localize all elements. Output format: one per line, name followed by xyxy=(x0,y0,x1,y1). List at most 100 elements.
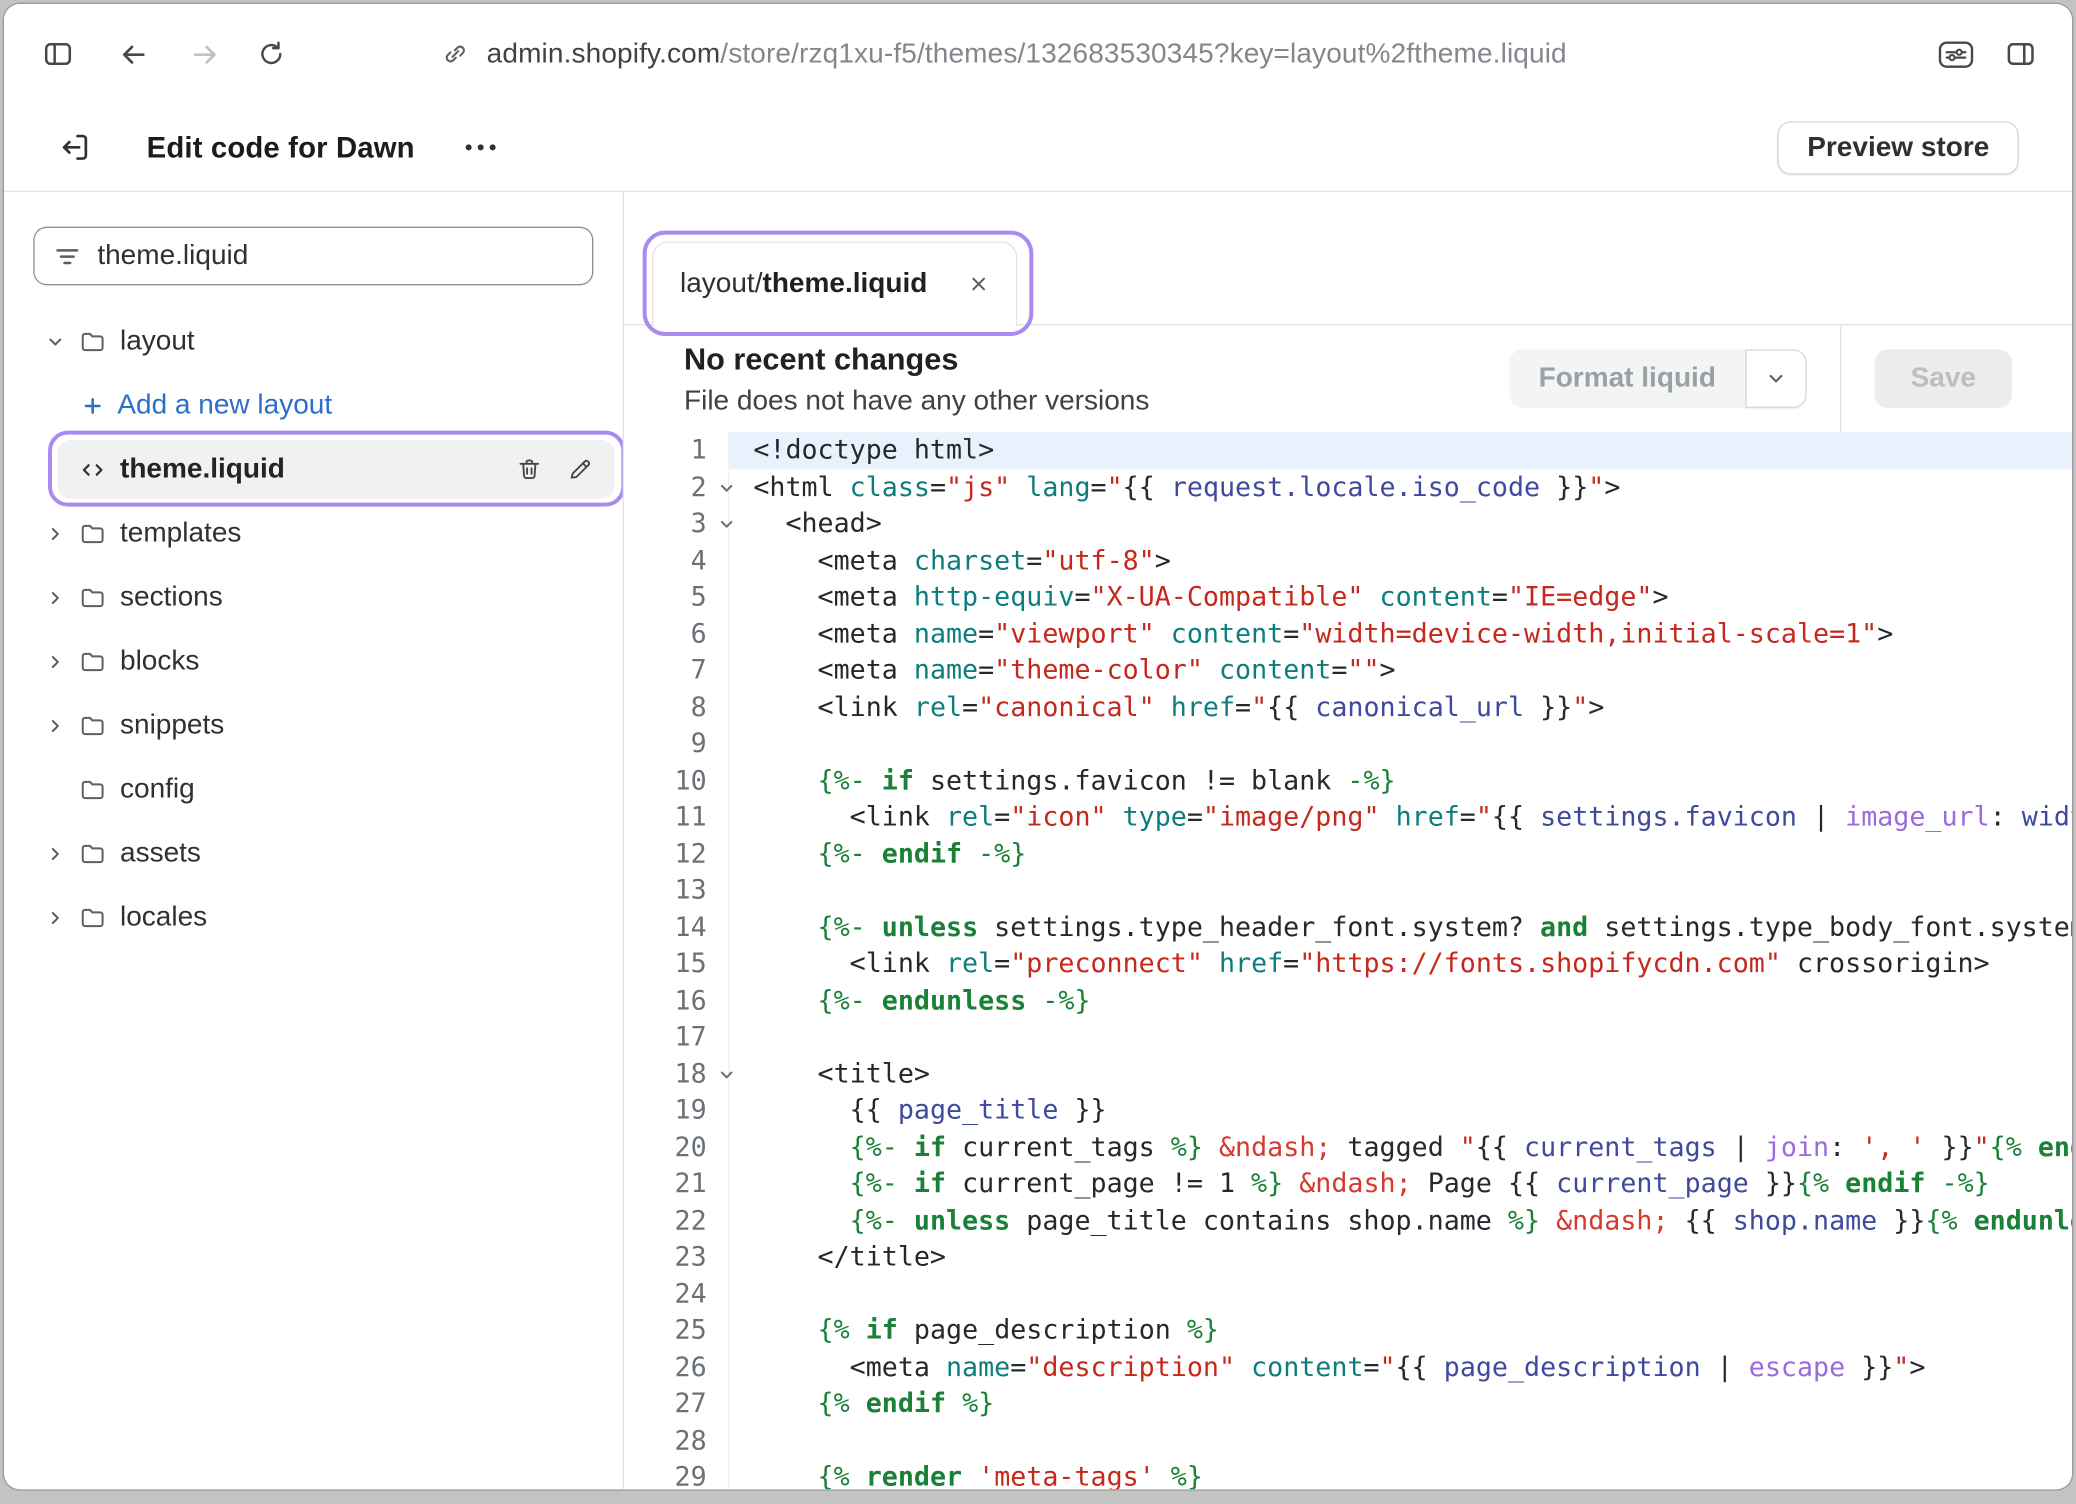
chevron-down-icon xyxy=(1765,368,1786,389)
tab-theme-liquid[interactable]: layout/theme.liquid xyxy=(652,241,1017,325)
code-line[interactable]: 19 {{ page_title }} xyxy=(624,1092,2072,1129)
line-number: 4 xyxy=(624,542,729,579)
line-number: 25 xyxy=(624,1312,729,1349)
folder-icon xyxy=(79,519,107,547)
line-number: 2 xyxy=(624,469,729,506)
format-options-dropdown[interactable] xyxy=(1745,349,1806,408)
code-line[interactable]: 1<!doctype html> xyxy=(624,432,2072,469)
line-number: 1 xyxy=(624,432,729,469)
exit-icon[interactable] xyxy=(57,129,93,165)
version-status: No recent changes File does not have any… xyxy=(684,341,1149,417)
code-line[interactable]: 28 xyxy=(624,1422,2072,1459)
folder-icon xyxy=(79,583,107,611)
line-number: 6 xyxy=(624,615,729,652)
code-line[interactable]: 12 {%- endif -%} xyxy=(624,835,2072,872)
line-number: 24 xyxy=(624,1275,729,1312)
code-line[interactable]: 11 <link rel="icon" type="image/png" hre… xyxy=(624,799,2072,836)
code-line[interactable]: 29 {% render 'meta-tags' %} xyxy=(624,1459,2072,1490)
forward-icon[interactable] xyxy=(189,38,221,70)
browser-window: admin.shopify.com/store/rzq1xu-f5/themes… xyxy=(4,4,2072,1489)
url-domain: admin.shopify.com xyxy=(487,38,721,69)
chevron-right-icon[interactable] xyxy=(44,843,65,863)
code-line[interactable]: 3 <head> xyxy=(624,505,2072,542)
line-number: 7 xyxy=(624,652,729,689)
sidebar-item-locales[interactable]: locales xyxy=(4,885,623,949)
folder-icon xyxy=(79,711,107,739)
address-bar[interactable]: admin.shopify.com/store/rzq1xu-f5/themes… xyxy=(441,38,1566,70)
app-header: Edit code for Dawn Preview store xyxy=(4,104,2072,192)
code-line[interactable]: 22 {%- unless page_title contains shop.n… xyxy=(624,1202,2072,1239)
code-line[interactable]: 27 {% endif %} xyxy=(624,1385,2072,1422)
sidebar-item-config[interactable]: config xyxy=(4,757,623,821)
code-line[interactable]: 7 <meta name="theme-color" content=""> xyxy=(624,652,2072,689)
editor-actions: Format liquid Save xyxy=(1509,325,2012,432)
back-icon[interactable] xyxy=(117,38,149,70)
fold-toggle-icon[interactable] xyxy=(719,479,735,495)
code-line[interactable]: 9 xyxy=(624,725,2072,762)
sidebar-item-assets[interactable]: assets xyxy=(4,821,623,885)
code-line[interactable]: 6 <meta name="viewport" content="width=d… xyxy=(624,615,2072,652)
sidebar-item-sections[interactable]: sections xyxy=(4,565,623,629)
chevron-right-icon[interactable] xyxy=(44,715,65,735)
format-liquid-button[interactable]: Format liquid xyxy=(1509,349,1745,408)
chevron-right-icon[interactable] xyxy=(44,907,65,927)
fold-toggle-icon[interactable] xyxy=(719,1066,735,1082)
code-line[interactable]: 14 {%- unless settings.type_header_font.… xyxy=(624,909,2072,946)
code-line[interactable]: 24 xyxy=(624,1275,2072,1312)
chevron-right-icon[interactable] xyxy=(44,523,65,543)
search-input[interactable] xyxy=(97,240,573,272)
line-number: 12 xyxy=(624,835,729,872)
code-line-content: <title> xyxy=(729,1055,2072,1092)
folder-label: layout xyxy=(120,325,195,357)
code-line[interactable]: 5 <meta http-equiv="X-UA-Compatible" con… xyxy=(624,579,2072,616)
code-line-content xyxy=(729,725,2072,762)
line-number: 14 xyxy=(624,909,729,946)
code-line[interactable]: 13 xyxy=(624,872,2072,909)
browser-toolbar: admin.shopify.com/store/rzq1xu-f5/themes… xyxy=(4,4,2072,104)
file-search[interactable] xyxy=(33,227,593,286)
code-line[interactable]: 25 {% if page_description %} xyxy=(624,1312,2072,1349)
code-line[interactable]: 4 <meta charset="utf-8"> xyxy=(624,542,2072,579)
code-line[interactable]: 16 {%- endunless -%} xyxy=(624,982,2072,1019)
code-line-content: <meta name="description" content="{{ pag… xyxy=(729,1349,2072,1386)
code-line-content: {% if page_description %} xyxy=(729,1312,2072,1349)
code-line[interactable]: 23 </title> xyxy=(624,1239,2072,1276)
preview-store-button[interactable]: Preview store xyxy=(1778,121,2019,174)
code-line[interactable]: 8 <link rel="canonical" href="{{ canonic… xyxy=(624,689,2072,726)
rename-icon[interactable] xyxy=(567,456,594,483)
chevron-right-icon[interactable] xyxy=(44,651,65,671)
folder-label: templates xyxy=(120,517,241,549)
code-line[interactable]: 15 <link rel="preconnect" href="https://… xyxy=(624,945,2072,982)
tab-path-prefix: layout/ xyxy=(680,268,762,300)
code-editor[interactable]: 1<!doctype html>2<html class="js" lang="… xyxy=(624,432,2072,1489)
sidebar-item-snippets[interactable]: snippets xyxy=(4,693,623,757)
code-line[interactable]: 17 xyxy=(624,1019,2072,1056)
code-file-icon xyxy=(79,455,107,483)
sidebar-item-theme-liquid[interactable]: theme.liquid xyxy=(57,440,614,499)
code-line[interactable]: 20 {%- if current_tags %} &ndash; tagged… xyxy=(624,1129,2072,1166)
code-line[interactable]: 18 <title> xyxy=(624,1055,2072,1092)
sidebar-item-templates[interactable]: templates xyxy=(4,501,623,565)
fold-toggle-icon[interactable] xyxy=(719,516,735,532)
sidebar-action-add-layout[interactable]: Add a new layout xyxy=(4,373,623,437)
chevron-right-icon[interactable] xyxy=(44,587,65,607)
delete-icon[interactable] xyxy=(516,456,543,483)
browser-controls-icon[interactable] xyxy=(1937,38,1974,70)
reload-icon[interactable] xyxy=(256,39,287,70)
folder-label: assets xyxy=(120,837,201,869)
folder-icon xyxy=(79,327,107,355)
sidebar-toggle-icon[interactable] xyxy=(41,37,74,70)
tab-close-icon[interactable] xyxy=(967,273,988,294)
chevron-down-icon[interactable] xyxy=(44,331,65,351)
code-line[interactable]: 26 <meta name="description" content="{{ … xyxy=(624,1349,2072,1386)
screen: admin.shopify.com/store/rzq1xu-f5/themes… xyxy=(0,0,2076,1504)
save-button[interactable]: Save xyxy=(1875,349,2012,408)
more-actions-icon[interactable] xyxy=(463,141,499,153)
sidebar-item-blocks[interactable]: blocks xyxy=(4,629,623,693)
code-line[interactable]: 2<html class="js" lang="{{ request.local… xyxy=(624,469,2072,506)
code-line[interactable]: 10 {%- if settings.favicon != blank -%} xyxy=(624,762,2072,799)
line-number: 5 xyxy=(624,579,729,616)
code-line[interactable]: 21 {%- if current_page != 1 %} &ndash; P… xyxy=(624,1165,2072,1202)
split-view-icon[interactable] xyxy=(2004,37,2037,70)
sidebar-item-layout[interactable]: layout xyxy=(4,309,623,373)
